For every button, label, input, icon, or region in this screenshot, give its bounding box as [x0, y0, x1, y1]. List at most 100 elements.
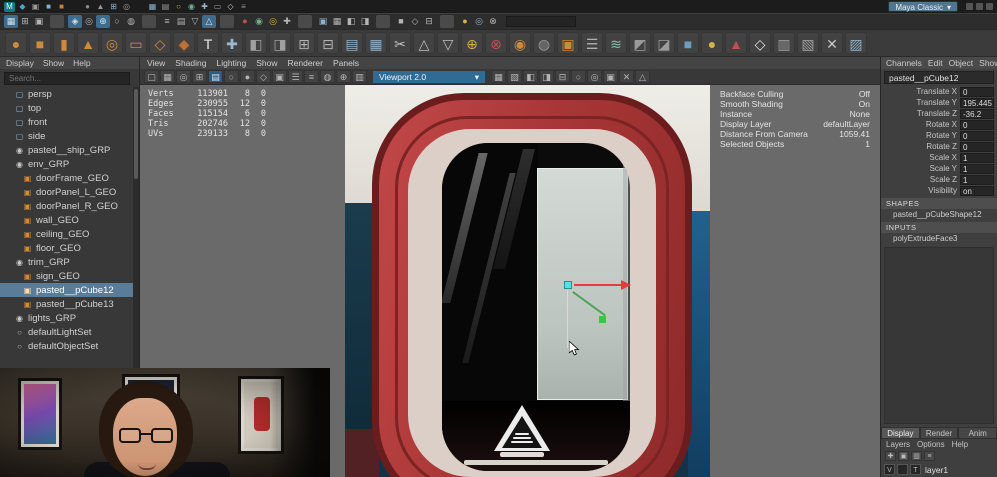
quick-select-field[interactable] [506, 16, 576, 27]
channel-attribute-value[interactable]: 0 [960, 119, 994, 130]
viewport-tool-icon[interactable]: ◧ [523, 70, 538, 83]
shelf-tool-icon[interactable]: ◇ [149, 32, 171, 54]
outliner-item[interactable]: ○ defaultObjectSet [0, 339, 139, 353]
viewport-tool-icon[interactable]: ▧ [507, 70, 522, 83]
outliner-item[interactable]: ○ defaultLightSet [0, 325, 139, 339]
channel-attribute-value[interactable]: 1 [960, 152, 994, 163]
shelf-tool-icon[interactable]: ◩ [629, 32, 651, 54]
titlebar-icon[interactable]: ■ [43, 1, 54, 12]
scene-view[interactable] [345, 85, 710, 477]
statusline-icon[interactable]: ▦ [4, 15, 18, 28]
statusline-icon[interactable]: ◈ [68, 15, 82, 28]
statusline-icon[interactable] [220, 15, 234, 28]
shelf-tool-icon[interactable]: T [197, 32, 219, 54]
channel-attribute-value[interactable]: 0 [960, 86, 994, 97]
shelf-tool-icon[interactable]: ■ [29, 32, 51, 54]
statusline-icon[interactable]: ⊟ [422, 15, 436, 28]
viewport-tool-icon[interactable]: ▥ [352, 70, 367, 83]
workspace-selector[interactable]: Maya Classic ▾ [888, 1, 958, 12]
titlebar-icon[interactable]: ▲ [95, 1, 106, 12]
statusline-icon[interactable]: ■ [394, 15, 408, 28]
channel-attribute-value[interactable]: on [960, 185, 994, 196]
titlebar-icon[interactable]: ○ [173, 1, 184, 12]
shelf-tool-icon[interactable]: ✂ [389, 32, 411, 54]
viewport-tool-icon[interactable]: ▣ [272, 70, 287, 83]
outliner-item[interactable]: ▣ doorPanel_R_GEO [0, 199, 139, 213]
channel-attribute-value[interactable]: 1 [960, 174, 994, 185]
layer-editor-tab[interactable]: Anim [958, 427, 997, 439]
channel-box-menu-item[interactable]: Channels [886, 58, 922, 68]
statusline-icon[interactable]: ● [458, 15, 472, 28]
titlebar-icon[interactable]: ◇ [225, 1, 236, 12]
shelf-tool-icon[interactable]: ◧ [245, 32, 267, 54]
shelf-tool-icon[interactable]: ▮ [53, 32, 75, 54]
outliner-item[interactable]: ◉ env_GRP [0, 157, 139, 171]
statusline-icon[interactable]: ⊕ [96, 15, 110, 28]
viewport-tool-icon[interactable]: ▦ [160, 70, 175, 83]
titlebar-icon[interactable]: ◎ [121, 1, 132, 12]
statusline-icon[interactable]: ▦ [330, 15, 344, 28]
shelf-tool-icon[interactable]: ⊗ [485, 32, 507, 54]
titlebar-icon[interactable]: ● [82, 1, 93, 12]
shelf-tool-icon[interactable]: ◇ [749, 32, 771, 54]
viewport-tool-icon[interactable]: ⊕ [336, 70, 351, 83]
layer-row[interactable]: V T layer1 [881, 462, 997, 477]
shelf-tool-icon[interactable]: ⊕ [461, 32, 483, 54]
outliner-item[interactable]: ◉ trim_GRP [0, 255, 139, 269]
outliner-menu-item[interactable]: Help [73, 58, 90, 68]
statusline-icon[interactable]: ◉ [252, 15, 266, 28]
statusline-icon[interactable]: ◍ [124, 15, 138, 28]
statusline-icon[interactable]: ◎ [82, 15, 96, 28]
shelf-tool-icon[interactable]: ◪ [653, 32, 675, 54]
channel-attribute-value[interactable]: 1 [960, 163, 994, 174]
statusline-icon[interactable]: △ [202, 15, 216, 28]
maximize-button[interactable] [976, 3, 983, 10]
viewport-menu-item[interactable]: Lighting [216, 58, 246, 68]
shelf-tool-icon[interactable]: ▤ [341, 32, 363, 54]
viewport-tool-icon[interactable]: ⊞ [192, 70, 207, 83]
titlebar-icon[interactable] [134, 1, 145, 12]
manipulator-center-handle[interactable] [564, 281, 572, 289]
viewport-tool-icon[interactable]: ◎ [587, 70, 602, 83]
statusline-icon[interactable]: ◇ [408, 15, 422, 28]
layer-tool-icon[interactable]: ▣ [898, 451, 909, 461]
layer-editor-menu-item[interactable]: Options [917, 440, 945, 449]
statusline-icon[interactable]: ▣ [316, 15, 330, 28]
shelf-tool-icon[interactable]: ● [5, 32, 27, 54]
channel-attribute-value[interactable]: 0 [960, 141, 994, 152]
outliner-menu-item[interactable]: Show [43, 58, 64, 68]
statusline-icon[interactable] [376, 15, 390, 28]
outliner-item[interactable]: ▢ top [0, 101, 139, 115]
shelf-tool-icon[interactable]: △ [413, 32, 435, 54]
viewport-menu-item[interactable]: Show [256, 58, 277, 68]
channel-box-menu-item[interactable]: Edit [928, 58, 943, 68]
viewport-tool-icon[interactable]: ▣ [603, 70, 618, 83]
shelf-tool-icon[interactable]: ▽ [437, 32, 459, 54]
shelf-tool-icon[interactable]: ▥ [773, 32, 795, 54]
channel-box-menu-item[interactable]: Object [949, 58, 974, 68]
layer-name[interactable]: layer1 [925, 465, 948, 475]
viewport-tool-icon[interactable]: ○ [571, 70, 586, 83]
statusline-icon[interactable] [440, 15, 454, 28]
outliner-item[interactable]: ▣ floor_GEO [0, 241, 139, 255]
outliner-item[interactable]: ▣ wall_GEO [0, 213, 139, 227]
viewport-tool-icon[interactable]: ⊟ [555, 70, 570, 83]
shelf-tool-icon[interactable]: ⊟ [317, 32, 339, 54]
layer-editor-menu-item[interactable]: Layers [886, 440, 910, 449]
titlebar-icon[interactable]: ◉ [186, 1, 197, 12]
outliner-item[interactable]: ▣ pasted__pCube12 [0, 283, 139, 297]
outliner-item[interactable]: ▣ doorFrame_GEO [0, 171, 139, 185]
titlebar-icon[interactable] [69, 1, 80, 12]
layer-editor-tab[interactable]: Display [881, 427, 920, 439]
viewport-tool-icon[interactable]: ◇ [256, 70, 271, 83]
layer-editor-tab[interactable]: Render [919, 427, 959, 439]
statusline-icon[interactable]: ✚ [280, 15, 294, 28]
layer-display-type-toggle[interactable]: T [910, 464, 921, 475]
viewport-tool-icon[interactable]: ✕ [619, 70, 634, 83]
outliner-item[interactable]: ▢ persp [0, 87, 139, 101]
shelf-tool-icon[interactable]: ◍ [533, 32, 555, 54]
statusline-icon[interactable]: ⊗ [486, 15, 500, 28]
statusline-icon[interactable]: ○ [110, 15, 124, 28]
titlebar-icon[interactable]: ▤ [160, 1, 171, 12]
viewport-tool-icon[interactable]: ▤ [208, 70, 223, 83]
